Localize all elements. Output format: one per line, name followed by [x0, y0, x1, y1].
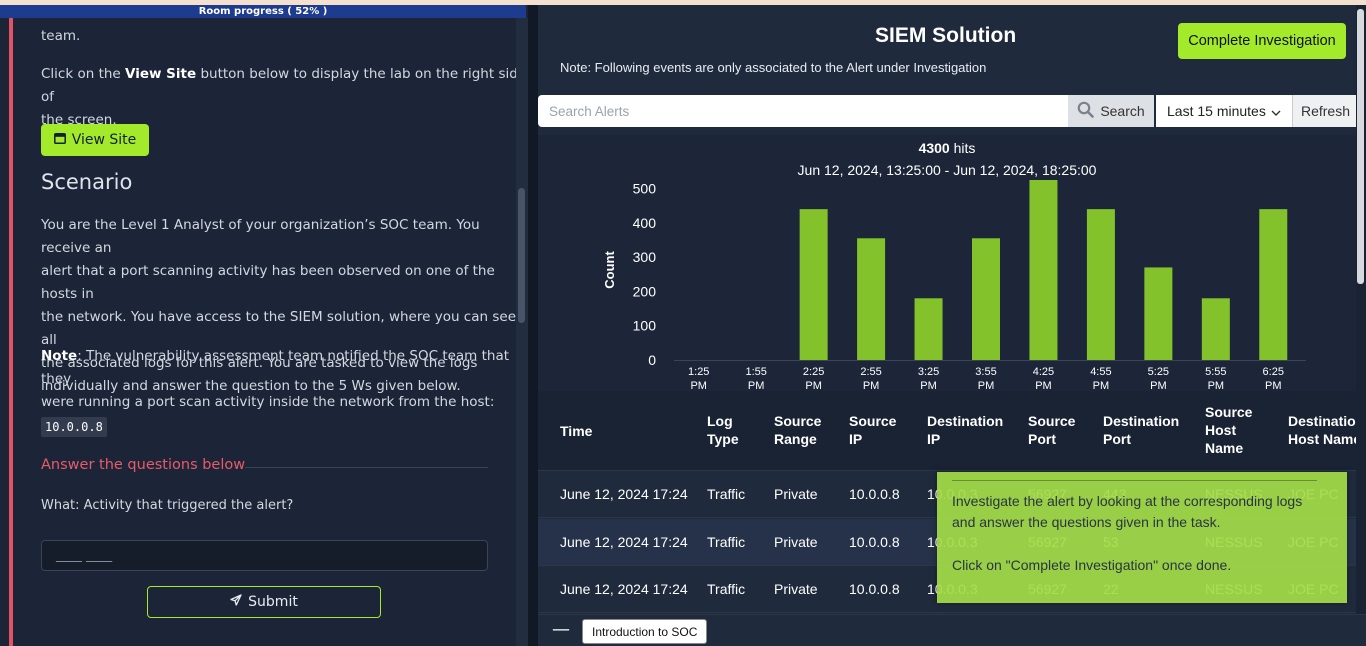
table-cell: Private [774, 581, 818, 597]
hits-bar-chart: Count 0 100 200 300 400 500 1:25 PM 1:55 PM 2:25 PM 2… [602, 180, 1306, 392]
table-cell: Private [774, 533, 818, 550]
y-tick-label: 200 [633, 283, 657, 299]
chevron-down-icon [1271, 103, 1281, 119]
note-paragraph: Note: The vulnerability assessment team … [41, 345, 528, 439]
x-tick-label: 5:55 PM [1205, 366, 1226, 392]
answer-input[interactable]: ____ ____ [41, 540, 488, 571]
collapse-dash[interactable]: — [552, 619, 570, 640]
answer-divider [245, 467, 488, 468]
host-ip-code: 10.0.0.8 [41, 417, 107, 437]
tab-introduction-to-soc[interactable]: Introduction to SOC [582, 619, 708, 644]
search-alerts-input[interactable] [538, 95, 1068, 127]
scenario-heading: Scenario [41, 170, 133, 194]
answer-heading: Answer the questions below [41, 457, 246, 473]
scenario-line: You are the Level 1 Analyst of your orga… [41, 217, 480, 256]
bar [972, 238, 1000, 360]
bar [1144, 267, 1173, 360]
y-tick-label: 100 [633, 318, 657, 334]
x-tick-label: 1:55 PM [745, 366, 766, 392]
column-header[interactable]: Time [560, 422, 592, 440]
bar [799, 209, 828, 360]
x-tick-label: 2:25 PM [803, 366, 824, 392]
x-tick-label: 3:55 PM [975, 366, 996, 392]
siem-scrollbar[interactable] [1356, 5, 1366, 646]
bar [1029, 180, 1058, 360]
x-tick-label: 3:25 PM [918, 366, 939, 392]
question-text: What: Activity that triggered the alert? [41, 498, 294, 513]
bar [1086, 209, 1115, 360]
panel-divider[interactable] [528, 5, 538, 646]
room-progress-bar: Room progress ( 52% ) [0, 5, 526, 18]
top-fragment: team. [41, 28, 81, 44]
room-progress-label: Room progress ( 52% ) [198, 6, 328, 17]
x-tick-label: 5:25 PM [1148, 366, 1169, 392]
column-header[interactable]: Source Host Name [1205, 403, 1252, 457]
y-tick-label: 0 [648, 352, 656, 368]
hits-chart: 4300 hits Jun 12, 2024, 13:25:00 - Jun 1… [538, 135, 1356, 393]
view-site-button[interactable]: View Site [41, 124, 149, 156]
table-cell: June 12, 2024 17:24 [560, 533, 688, 550]
column-header[interactable]: Destination Host Name [1288, 412, 1364, 448]
search-button[interactable]: Search [1068, 95, 1154, 127]
submit-button[interactable]: Submit [147, 586, 381, 618]
refresh-button[interactable]: Refresh [1292, 95, 1358, 127]
siem-title: SIEM Solution [875, 24, 1017, 47]
time-range-select[interactable]: Last 15 minutes [1156, 95, 1292, 127]
siem-scroll-thumb[interactable] [1357, 9, 1364, 284]
bar [914, 298, 943, 360]
table-cell: Traffic [707, 581, 746, 597]
table-cell: Private [774, 486, 818, 502]
table-cell: 10.0.0.8 [849, 533, 900, 550]
table-cell: June 12, 2024 17:24 [560, 581, 688, 597]
x-tick-label: 2:55 PM [860, 366, 881, 392]
column-header[interactable]: Source IP [849, 412, 896, 448]
table-cell: 10.0.0.8 [849, 486, 900, 502]
table-cell: June 12, 2024 17:24 [560, 486, 688, 502]
bar [1201, 298, 1230, 360]
siem-note: Note: Following events are only associat… [560, 60, 987, 75]
column-header[interactable]: Source Range [774, 412, 821, 448]
task-panel: team. Click on the View Site button belo… [0, 18, 528, 646]
y-tick-label: 500 [633, 181, 657, 197]
column-header[interactable]: Log Type [707, 412, 739, 448]
x-tick-label: 6:25 PM [1263, 366, 1284, 392]
tooltip-divider [952, 480, 1317, 481]
x-tick-label: 1:25 PM [688, 366, 709, 392]
x-tick-label: 4:25 PM [1033, 366, 1054, 392]
browser-window-icon [53, 132, 66, 148]
magnifier-icon [1077, 101, 1095, 121]
view-site-instruction: Click on the View Site button below to d… [41, 66, 527, 128]
table-cell: Traffic [707, 533, 746, 550]
task-panel-scroll-thumb[interactable] [518, 188, 525, 323]
task-accent-bar [9, 18, 13, 646]
column-header[interactable]: Source Port [1028, 412, 1075, 448]
investigation-tooltip: Investigate the alert by looking at the … [937, 472, 1347, 603]
x-tick-label: 4:55 PM [1090, 366, 1111, 392]
y-axis-label: Count [602, 251, 617, 289]
task-panel-scrollbar[interactable] [516, 18, 528, 646]
table-cell: 10.0.0.8 [849, 581, 900, 597]
bottom-bar: — Introduction to SOC [538, 614, 1366, 646]
column-header[interactable]: Destination Port [1103, 412, 1179, 448]
column-header[interactable]: Destination IP [927, 412, 1003, 448]
bar [857, 238, 886, 360]
note-label: Note [41, 348, 78, 364]
search-box [538, 95, 1068, 127]
scenario-line: alert that a port scanning activity has … [41, 263, 495, 302]
bar [1259, 209, 1288, 360]
y-tick-label: 300 [633, 249, 657, 265]
table-cell: Traffic [707, 486, 746, 502]
complete-investigation-button[interactable]: Complete Investigation [1178, 23, 1346, 59]
paper-plane-icon [230, 594, 242, 610]
events-table-header: Time Log Type Source Range Source IP Destinatio… [538, 391, 1364, 471]
y-tick-label: 400 [633, 215, 657, 231]
